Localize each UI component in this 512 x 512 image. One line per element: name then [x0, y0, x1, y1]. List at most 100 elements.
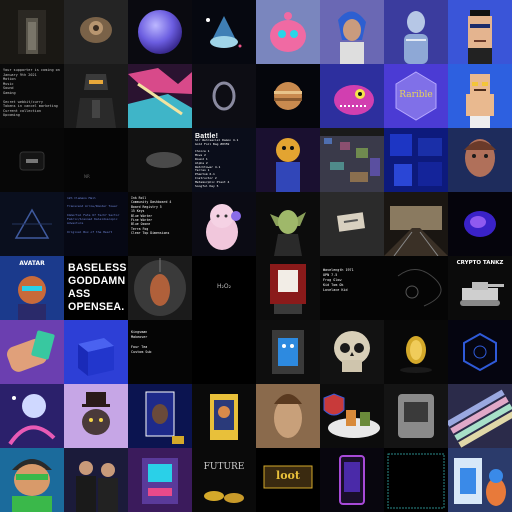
crystal-skull-art	[192, 0, 256, 64]
tile-triangle-blueprint[interactable]	[0, 192, 64, 256]
tile-cosmic-blob[interactable]	[448, 192, 512, 256]
tile-black-minimal[interactable]: NR	[64, 128, 128, 192]
goblin-art	[256, 192, 320, 256]
teal-frame-art	[384, 448, 448, 512]
tile-pink-fish-monster[interactable]	[320, 64, 384, 128]
gold-coin-art	[384, 320, 448, 384]
tile-painted-portrait[interactable]	[448, 128, 512, 192]
tile-pink-blob[interactable]	[256, 0, 320, 64]
tile-blue-list[interactable]: 12h Clemens Mail Transcend Arrow/Wonder …	[64, 192, 128, 256]
golden-lion-figure-art	[256, 128, 320, 192]
tile-dark-ring[interactable]	[192, 64, 256, 128]
white-list-text: Ink Roll Community Dashboard 4 Board Reg…	[131, 196, 172, 236]
tile-blue-hair-character[interactable]	[320, 0, 384, 64]
tile-shield-characters[interactable]	[320, 384, 384, 448]
tile-cosmic-dancer[interactable]	[0, 384, 64, 448]
black-empty-art	[192, 320, 256, 384]
tile-gray-machine[interactable]	[384, 384, 448, 448]
tile-armored-hero[interactable]	[64, 64, 128, 128]
kingsman-list-text: Kingsman Makeover Four Tea Custom Sub	[131, 330, 152, 354]
wall-sign-art	[320, 192, 384, 256]
tile-fist-card[interactable]	[0, 320, 64, 384]
tile-card-stack[interactable]	[448, 384, 512, 448]
tile-gold-coin[interactable]	[384, 320, 448, 384]
tile-red-pedestal[interactable]	[256, 256, 320, 320]
red-pedestal-art	[256, 256, 320, 320]
tile-arcade-machine[interactable]	[128, 448, 192, 512]
tile-blue-cube[interactable]	[64, 320, 128, 384]
tile-baseless-text[interactable]: BASELESS GODDAMN ASS OPENSEA.	[64, 256, 128, 320]
black-minimal-art: NR	[64, 128, 128, 192]
purple-orb-art	[128, 0, 192, 64]
tile-purple-orb[interactable]	[128, 0, 192, 64]
glitch-faces-art	[128, 64, 192, 128]
tile-lucky-cat[interactable]	[192, 192, 256, 256]
tile-avatar-cyborg[interactable]: AVATAR	[0, 256, 64, 320]
mustache-baby-art	[448, 64, 512, 128]
tile-text-announcement[interactable]: Your supporter is coming on January 9th …	[0, 64, 64, 128]
neon-mosaic-art	[384, 128, 448, 192]
tile-neon-phone[interactable]	[320, 448, 384, 512]
tophat-cat-art	[64, 384, 128, 448]
tile-battle-card[interactable]: Battle! Sir Wehraaciel Damon 4.1 Gold Fo…	[192, 128, 256, 192]
tile-tunnel-creature[interactable]	[128, 256, 192, 320]
tile-business-photo[interactable]	[64, 448, 128, 512]
tile-chrome-figure[interactable]	[384, 0, 448, 64]
dark-sketch-art	[384, 256, 448, 320]
tile-crystal-skull[interactable]	[192, 0, 256, 64]
tile-neon-mosaic[interactable]	[384, 128, 448, 192]
dark-ring-art	[192, 64, 256, 128]
gray-machine-art	[384, 384, 448, 448]
tile-tophat-cat[interactable]	[64, 384, 128, 448]
blue-robot-box-art	[256, 320, 320, 384]
fist-card-art	[0, 320, 64, 384]
tile-skull[interactable]	[320, 320, 384, 384]
tile-bronze-creature[interactable]	[64, 0, 128, 64]
tile-mustache-baby[interactable]	[448, 64, 512, 128]
tile-future-coins[interactable]: FUTURE	[192, 448, 256, 512]
tile-rarible[interactable]: Rarible	[384, 64, 448, 128]
tile-goblin[interactable]	[256, 192, 320, 256]
tile-card-pack[interactable]	[128, 384, 192, 448]
neon-phone-art	[320, 448, 384, 512]
pink-fish-monster-art	[320, 64, 384, 128]
h2o2-label: H₂O₂	[216, 283, 232, 290]
tile-planet[interactable]	[256, 64, 320, 128]
tile-toy-box[interactable]	[192, 384, 256, 448]
tile-dark-portal[interactable]	[0, 0, 64, 64]
tile-black-empty[interactable]	[192, 320, 256, 384]
tile-wall-sign[interactable]	[320, 192, 384, 256]
armored-hero-art	[64, 64, 128, 128]
tile-golden-lion-figure[interactable]	[256, 128, 320, 192]
business-photo-art	[64, 448, 128, 512]
tile-kingsman-list[interactable]: Kingsman Makeover Four Tea Custom Sub	[128, 320, 192, 384]
tile-toy-figures[interactable]	[448, 448, 512, 512]
dark-device-art	[0, 128, 64, 192]
tile-dark-sketch[interactable]	[384, 256, 448, 320]
tile-pixel-noise[interactable]	[320, 128, 384, 192]
tile-blue-robot-box[interactable]	[256, 320, 320, 384]
tile-pixel-punk[interactable]	[448, 0, 512, 64]
tile-loot[interactable]: loot	[256, 448, 320, 512]
tile-railway-scene[interactable]	[384, 192, 448, 256]
tile-crypto-tankz[interactable]: CRYPTO TANKZ	[448, 256, 512, 320]
nft-collage-grid: Your supporter is coming on January 9th …	[0, 0, 512, 512]
tile-teal-frame[interactable]	[384, 448, 448, 512]
toy-box-art	[192, 384, 256, 448]
baseless-text: BASELESS GODDAMN ASS OPENSEA.	[68, 262, 127, 313]
tile-wavelength-list[interactable]: Wavelength 1971 OPN 7.5 Frog Glow Kid To…	[320, 256, 384, 320]
cosmic-blob-art	[448, 192, 512, 256]
gray-creature-art	[128, 128, 192, 192]
tile-dark-device[interactable]	[0, 128, 64, 192]
lucky-cat-art	[192, 192, 256, 256]
tile-glitch-faces[interactable]	[128, 64, 192, 128]
rarible-label: Rarible	[399, 90, 433, 100]
tile-gray-creature[interactable]	[128, 128, 192, 192]
dark-portal-art	[0, 0, 64, 64]
tile-hex-outline[interactable]	[448, 320, 512, 384]
tank-art	[460, 282, 504, 306]
tile-sepia-face[interactable]	[256, 384, 320, 448]
tile-white-list[interactable]: Ink Roll Community Dashboard 4 Board Reg…	[128, 192, 192, 256]
tile-h2o2[interactable]: H₂O₂	[192, 256, 256, 320]
tile-masked-hero[interactable]	[0, 448, 64, 512]
